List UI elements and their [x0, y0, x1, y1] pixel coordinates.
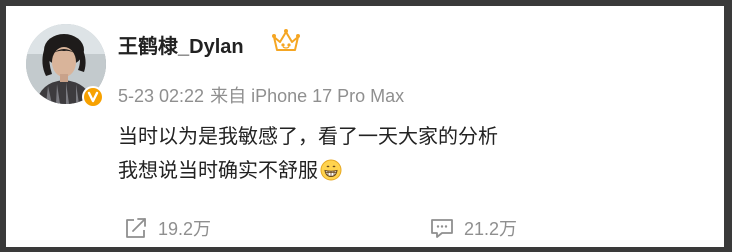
screenshot-frame: 王鹤棣_Dylan 5-23 02:22 来自 iPhone 17 Pro Max… — [0, 0, 732, 252]
author-name[interactable]: 王鹤棣_Dylan — [118, 30, 244, 59]
post-time[interactable]: 5-23 02:22 — [118, 86, 204, 106]
post-source: 来自 iPhone 17 Pro Max — [210, 86, 405, 106]
verified-badge-icon — [82, 86, 104, 108]
repost-count: 19.2万 — [158, 219, 212, 239]
comment-count: 21.2万 — [464, 219, 518, 239]
grinning-emoji-icon — [320, 158, 342, 181]
post-text: 我想说当时确实不舒服 — [118, 160, 318, 182]
post-text-line: 我想说当时确实不舒服 — [118, 154, 498, 188]
weibo-post-card: 王鹤棣_Dylan 5-23 02:22 来自 iPhone 17 Pro Max… — [6, 6, 724, 247]
post-content: 当时以为是我敏感了，看了一天大家的分析 我想说当时确实不舒服 — [118, 120, 498, 188]
crown-icon[interactable] — [271, 28, 301, 54]
comment-button[interactable]: 21.2万 — [430, 216, 517, 240]
repost-button[interactable]: 19.2万 — [124, 216, 211, 240]
share-icon — [126, 218, 146, 238]
post-meta: 5-23 02:22 来自 iPhone 17 Pro Max — [118, 82, 404, 108]
post-text-line: 当时以为是我敏感了，看了一天大家的分析 — [118, 126, 498, 148]
comment-icon — [431, 219, 453, 238]
